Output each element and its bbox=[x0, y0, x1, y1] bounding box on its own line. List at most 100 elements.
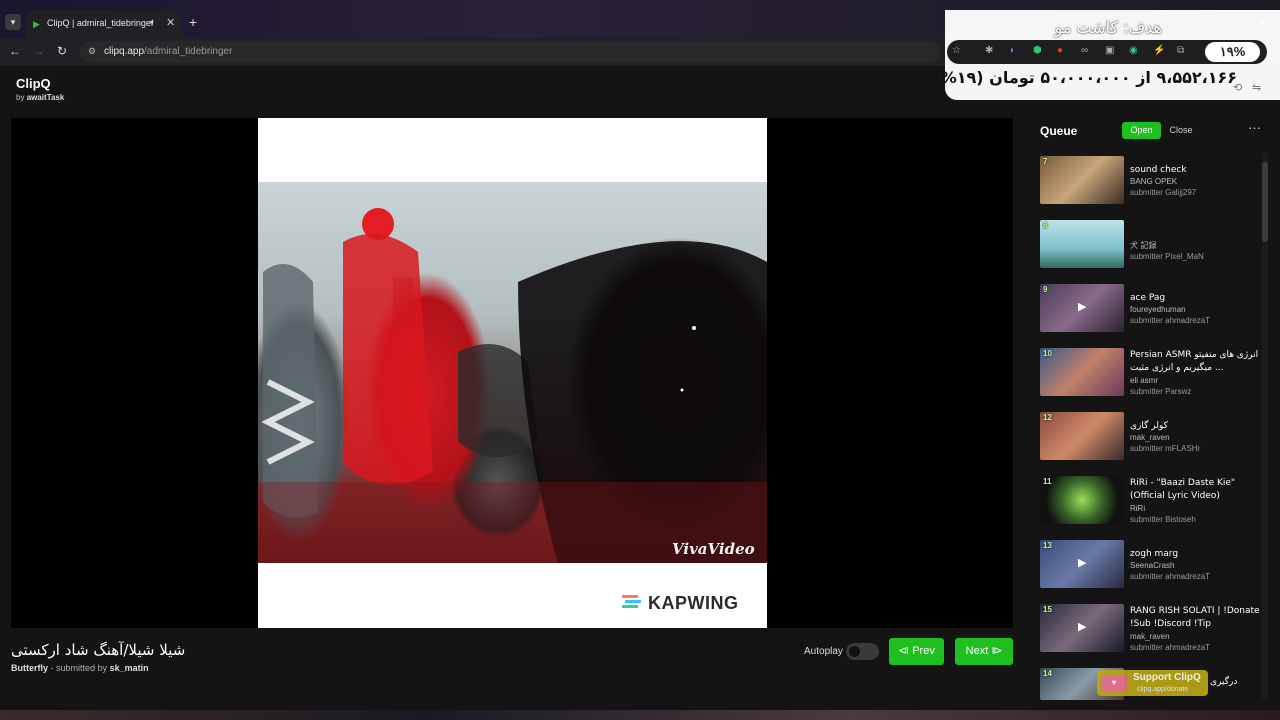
queue-close-button[interactable]: Close bbox=[1166, 122, 1196, 139]
support-url: clipq.app/donate bbox=[1137, 686, 1189, 693]
vivavideo-watermark: VivaVideo bbox=[672, 540, 755, 558]
tab-search-button[interactable]: ▾ bbox=[5, 14, 21, 30]
goal-title: هدف: کاشت مو bbox=[1054, 18, 1162, 37]
queue-item[interactable]: 15 ▶ RANG RISH SOLATI | !Donate !Sub !Dis… bbox=[1040, 604, 1260, 656]
queue-item-submitter: submitter mFLASHr bbox=[1130, 444, 1201, 453]
settings-sliders-icon[interactable]: ⇋ bbox=[1252, 81, 1261, 94]
video-title: شیلا شیلا/آهنگ شاد ارکستی bbox=[11, 641, 186, 659]
queue-scrollbar[interactable] bbox=[1262, 152, 1268, 700]
speaker-icon[interactable]: 🔈︎ bbox=[150, 17, 156, 28]
video-meta: Butterfly - submitted by sk_matin bbox=[11, 663, 149, 673]
queue-item-submitter: submitter Bistoseh bbox=[1130, 515, 1196, 524]
goal-percent-pill: ۱۹% bbox=[1205, 42, 1260, 62]
queue-item[interactable]: 11 RiRi - "Baazi Daste Kie" (Official Ly… bbox=[1040, 476, 1260, 528]
meta-separator: - submitted by bbox=[50, 663, 108, 673]
queue-thumbnail: 10 bbox=[1040, 348, 1124, 396]
play-icon: ▶ bbox=[1078, 557, 1087, 569]
queue-item-number: 7 bbox=[1043, 157, 1048, 166]
url-domain: clipq.app bbox=[104, 46, 145, 57]
tab-title: ClipQ | admiral_tidebringer bbox=[47, 18, 154, 28]
favicon-play-icon: ▶ bbox=[33, 19, 40, 29]
queue-thumbnail: 13 ▶ bbox=[1040, 540, 1124, 588]
autoplay-label: Autoplay bbox=[804, 646, 843, 657]
kapwing-watermark: KAPWING bbox=[648, 593, 739, 613]
video-letterbox-top bbox=[258, 118, 767, 182]
goal-amount-text: ۹،۵۵۲،۱۶۶ از ۵۰،۰۰۰،۰۰۰ تومان (۱۹%) bbox=[933, 68, 1237, 87]
reload-icon[interactable]: ↻ bbox=[57, 44, 67, 58]
puzzle-icon[interactable]: ⧉ bbox=[1177, 45, 1184, 56]
queue-item-title: ace Pag bbox=[1130, 293, 1166, 303]
queue-thumbnail: 11 bbox=[1040, 476, 1124, 524]
queue-item[interactable]: 8 犬 記録 submitter Pixel_MaN bbox=[1040, 220, 1260, 272]
extension-icon[interactable]: ▣ bbox=[1105, 45, 1114, 56]
scrollbar-thumb[interactable] bbox=[1262, 162, 1268, 242]
support-clipq-button[interactable]: ♥ Support ClipQ clipq.app/donate bbox=[1097, 670, 1208, 696]
queue-item-channel: RiRi bbox=[1130, 504, 1146, 513]
byline-author[interactable]: awaitTask bbox=[27, 93, 65, 102]
video-submitter[interactable]: sk_matin bbox=[110, 663, 149, 673]
support-label: Support ClipQ bbox=[1133, 672, 1201, 683]
queue-item[interactable]: 7 sound check BANG OPEK submitter Galijj… bbox=[1040, 156, 1260, 208]
shield-icon[interactable]: ⬢ bbox=[1033, 45, 1042, 56]
app-logo[interactable]: ClipQ bbox=[16, 76, 51, 91]
queue-item[interactable]: 12 کولر گازی mak_raven submitter mFLASHr bbox=[1040, 412, 1260, 464]
queue-item-submitter: submitter Galijj297 bbox=[1130, 188, 1197, 197]
url-text: clipq.app/admiral_tidebringer bbox=[104, 46, 232, 57]
queue-item-title: Persian ASMR انرژی های منفیتو میگیریم و … bbox=[1130, 350, 1259, 373]
queue-title: Queue bbox=[1040, 124, 1078, 138]
site-info-icon[interactable]: ⚙ bbox=[88, 46, 96, 57]
tab-close-icon[interactable]: ✕ bbox=[166, 16, 175, 29]
play-icon: ▶ bbox=[1078, 301, 1087, 313]
forward-icon[interactable]: → bbox=[33, 44, 45, 58]
queue-thumbnail: 7 bbox=[1040, 156, 1124, 204]
desktop-background-strip bbox=[0, 710, 1280, 720]
extension-icon[interactable]: ◗ bbox=[1009, 45, 1015, 56]
queue-item-number: 15 bbox=[1043, 605, 1052, 614]
queue-item-title: zogh marg bbox=[1130, 549, 1179, 559]
browser-tab[interactable]: ▶ ClipQ | admiral_tidebringer 🔈︎ ✕ bbox=[26, 10, 182, 38]
prev-button[interactable]: ⧏ Prev bbox=[889, 638, 944, 665]
new-tab-button[interactable]: + bbox=[189, 15, 197, 29]
next-button[interactable]: Next ⧐ bbox=[955, 638, 1013, 665]
extension-icon[interactable]: ✱ bbox=[985, 45, 993, 56]
toggle-knob bbox=[849, 646, 860, 657]
queue-thumbnail: 9 ▶ bbox=[1040, 284, 1124, 332]
queue-item-submitter: submitter Pixel_MaN bbox=[1130, 252, 1204, 261]
queue-thumbnail: 12 bbox=[1040, 412, 1124, 460]
queue-item-title: sound check bbox=[1130, 165, 1187, 175]
back-icon[interactable]: ← bbox=[9, 44, 21, 58]
queue-item-number: 14 bbox=[1043, 669, 1052, 678]
queue-item-number: 9 bbox=[1043, 285, 1048, 294]
queue-item[interactable]: 10 Persian ASMR انرژی های منفیتو میگیریم… bbox=[1040, 348, 1260, 400]
url-path: /admiral_tidebringer bbox=[144, 46, 233, 57]
byline-prefix: by bbox=[16, 93, 25, 102]
queue-item[interactable]: 9 ▶ ace Pag foureyedhuman submitter ahmad… bbox=[1040, 284, 1260, 336]
queue-item[interactable]: 13 ▶ zogh marg SeenaCrash submitter ahmad… bbox=[1040, 540, 1260, 592]
brand-byline: by awaitTask bbox=[16, 93, 64, 102]
url-field[interactable]: ⚙ clipq.app/admiral_tidebringer bbox=[80, 41, 940, 63]
star-icon[interactable]: ☆ bbox=[952, 45, 961, 56]
queue-item-submitter: submitter Parswz bbox=[1130, 387, 1192, 396]
queue-item-submitter: submitter ahmadrezaT bbox=[1130, 643, 1211, 652]
more-options-icon[interactable]: ··· bbox=[1248, 120, 1261, 135]
extension-icon[interactable]: ∞ bbox=[1081, 45, 1088, 56]
queue-thumbnail: 15 ▶ bbox=[1040, 604, 1124, 652]
queue-open-button[interactable]: Open bbox=[1122, 122, 1161, 139]
history-icon[interactable]: ⟲ bbox=[1233, 81, 1242, 94]
queue-item-channel: eli asmr bbox=[1130, 376, 1159, 385]
heart-icon: ♥ bbox=[1101, 675, 1127, 691]
extension-icon[interactable]: ● bbox=[1057, 45, 1063, 56]
queue-item-channel: mak_raven bbox=[1130, 433, 1170, 442]
queue-item-channel: BANG OPEK bbox=[1130, 177, 1178, 186]
video-frame[interactable] bbox=[258, 182, 767, 563]
queue-item-channel: mak_raven bbox=[1130, 632, 1170, 641]
queue-item-title: RANG RISH SOLATI | !Donate !Sub !Discord… bbox=[1130, 606, 1260, 629]
queue-item-number: 13 bbox=[1043, 541, 1052, 550]
queue-item-channel: foureyedhuman bbox=[1130, 305, 1186, 314]
autoplay-toggle[interactable] bbox=[846, 643, 879, 660]
extension-icon[interactable]: ⚡ bbox=[1153, 45, 1165, 56]
queue-thumbnail: 8 bbox=[1040, 220, 1124, 268]
video-channel[interactable]: Butterfly bbox=[11, 663, 48, 673]
queue-item-number: 10 bbox=[1043, 349, 1052, 358]
extension-icon[interactable]: ◉ bbox=[1129, 45, 1138, 56]
